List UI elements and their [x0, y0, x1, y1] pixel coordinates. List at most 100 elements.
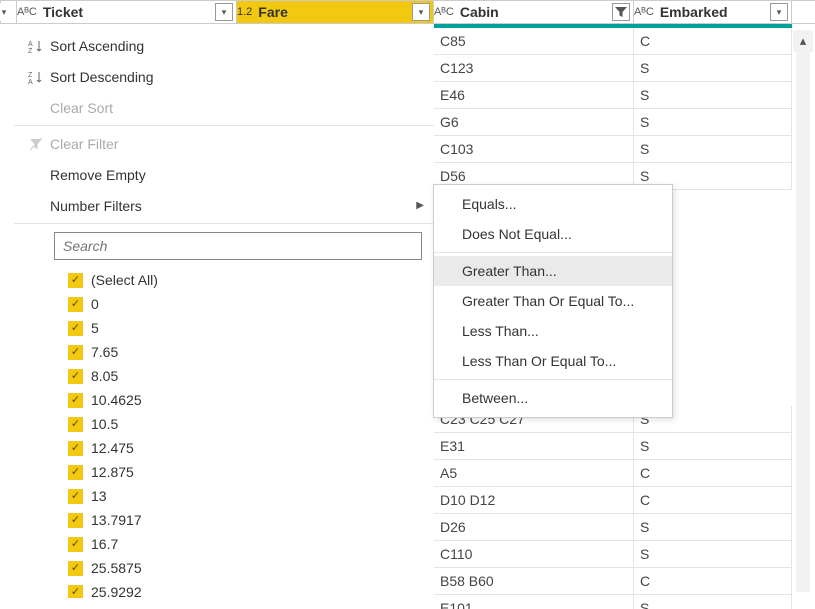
table-row: D26S	[434, 514, 792, 541]
chevron-down-icon[interactable]: ▾	[0, 3, 13, 21]
filter-value-row[interactable]: ✓16.7	[68, 532, 422, 556]
checkbox-checked-icon[interactable]: ✓	[68, 273, 83, 288]
checkbox-checked-icon[interactable]: ✓	[68, 489, 83, 504]
checkbox-checked-icon[interactable]: ✓	[68, 345, 83, 360]
cell-embarked[interactable]: S	[634, 595, 792, 609]
cell-embarked[interactable]: S	[634, 109, 792, 135]
cell-embarked[interactable]: C	[634, 460, 792, 486]
checkbox-checked-icon[interactable]: ✓	[68, 537, 83, 552]
cell-embarked[interactable]: S	[634, 136, 792, 162]
checkbox-checked-icon[interactable]: ✓	[68, 321, 83, 336]
column-name: Fare	[258, 4, 409, 20]
filter-value-row[interactable]: ✓25.9292	[68, 580, 422, 598]
cell-cabin[interactable]: C110	[434, 541, 634, 567]
filter-value-row[interactable]: ✓7.65	[68, 340, 422, 364]
cell-cabin[interactable]: C123	[434, 55, 634, 81]
filter-value-row[interactable]: ✓ 8.05	[68, 364, 422, 388]
filter-value-row[interactable]: ✓10.5	[68, 412, 422, 436]
scroll-track[interactable]	[796, 52, 810, 592]
cell-embarked[interactable]: S	[634, 514, 792, 540]
chevron-down-icon[interactable]: ▾	[215, 3, 233, 21]
filter-value-row[interactable]: ✓0	[68, 292, 422, 316]
table-row: E31S	[434, 433, 792, 460]
cell-cabin[interactable]: E46	[434, 82, 634, 108]
menu-label: Remove Empty	[50, 167, 146, 183]
checkbox-checked-icon[interactable]: ✓	[68, 417, 83, 432]
filter-less-than-item[interactable]: Less Than...	[434, 316, 672, 346]
cell-cabin[interactable]: E101	[434, 595, 634, 609]
filter-not-equal-item[interactable]: Does Not Equal...	[434, 219, 672, 249]
cell-cabin[interactable]: A5	[434, 460, 634, 486]
column-header-embarked[interactable]: AᴮC Embarked ▾	[634, 1, 792, 23]
cell-embarked[interactable]: S	[634, 433, 792, 459]
filter-less-eq-item[interactable]: Less Than Or Equal To...	[434, 346, 672, 376]
filter-value-row[interactable]: ✓ (Select All)	[68, 268, 422, 292]
menu-label: Sort Ascending	[50, 38, 144, 54]
filter-value-row[interactable]: ✓ 25.5875	[68, 556, 422, 580]
checkbox-checked-icon[interactable]: ✓	[68, 393, 83, 408]
filter-value-label: 8.05	[91, 368, 118, 384]
checkbox-checked-icon[interactable]: ✓	[68, 369, 83, 384]
checkbox-checked-icon[interactable]: ✓	[68, 441, 83, 456]
checkbox-checked-icon[interactable]: ✓	[68, 297, 83, 312]
checkbox-checked-icon[interactable]: ✓	[68, 513, 83, 528]
filter-between-item[interactable]: Between...	[434, 383, 672, 413]
filter-value-row[interactable]: ✓ 12.875	[68, 460, 422, 484]
column-name: Embarked	[660, 4, 767, 20]
cell-embarked[interactable]: S	[634, 55, 792, 81]
sort-descending-icon: ZA	[22, 69, 50, 85]
filter-greater-than-item[interactable]: Greater Than...	[434, 256, 672, 286]
column-filter-dropdown: AZ Sort Ascending ZA Sort Descending Cle…	[14, 30, 434, 598]
number-filters-item[interactable]: Number Filters ▶	[14, 190, 434, 221]
svg-text:Z: Z	[28, 48, 33, 54]
sort-ascending-item[interactable]: AZ Sort Ascending	[14, 30, 434, 61]
table-row: E101S	[434, 595, 792, 609]
column-header-fare[interactable]: 1.2 Fare ▾	[237, 1, 434, 23]
checkbox-checked-icon[interactable]: ✓	[68, 561, 83, 576]
search-input[interactable]	[54, 232, 422, 260]
cell-embarked[interactable]: S	[634, 82, 792, 108]
cell-cabin[interactable]: G6	[434, 109, 634, 135]
table-row: C110S	[434, 541, 792, 568]
cell-cabin[interactable]: D10 D12	[434, 487, 634, 513]
checkbox-checked-icon[interactable]: ✓	[68, 465, 83, 480]
svg-text:A: A	[28, 41, 33, 48]
cell-cabin[interactable]: D26	[434, 514, 634, 540]
cell-embarked[interactable]: C	[634, 28, 792, 54]
table-row: C123S	[434, 55, 792, 82]
cell-embarked[interactable]: C	[634, 568, 792, 594]
sort-descending-item[interactable]: ZA Sort Descending	[14, 61, 434, 92]
page-scrollbar[interactable]: ▴	[793, 30, 813, 592]
cell-cabin[interactable]: E31	[434, 433, 634, 459]
filter-value-row[interactable]: ✓13.7917	[68, 508, 422, 532]
cell-embarked[interactable]: S	[634, 541, 792, 567]
chevron-down-icon[interactable]: ▾	[412, 3, 430, 21]
cell-embarked[interactable]: C	[634, 487, 792, 513]
checkbox-checked-icon[interactable]: ✓	[68, 585, 83, 599]
menu-label: Less Than Or Equal To...	[462, 353, 616, 369]
cell-cabin[interactable]: C85	[434, 28, 634, 54]
menu-label: Greater Than...	[462, 263, 557, 279]
filter-active-icon[interactable]	[612, 3, 630, 21]
filter-search	[54, 232, 422, 260]
column-header-cabin[interactable]: AᴮC Cabin	[434, 1, 634, 23]
type-text-icon: AᴮC	[17, 6, 37, 18]
filter-equals-item[interactable]: Equals...	[434, 189, 672, 219]
chevron-right-icon: ▶	[416, 200, 424, 211]
cell-cabin[interactable]: C103	[434, 136, 634, 162]
remove-empty-item[interactable]: Remove Empty	[14, 159, 434, 190]
filter-value-row[interactable]: ✓10.4625	[68, 388, 422, 412]
filter-value-label: (Select All)	[91, 272, 158, 288]
chevron-down-icon[interactable]: ▾	[770, 3, 788, 21]
column-header-ticket[interactable]: AᴮC Ticket ▾	[17, 1, 237, 23]
filter-greater-eq-item[interactable]: Greater Than Or Equal To...	[434, 286, 672, 316]
menu-label: Less Than...	[462, 323, 539, 339]
cell-cabin[interactable]: B58 B60	[434, 568, 634, 594]
filter-value-label: 12.875	[91, 464, 134, 480]
filter-value-row[interactable]: ✓13	[68, 484, 422, 508]
scroll-up-icon[interactable]: ▴	[793, 30, 813, 52]
filter-value-row[interactable]: ✓12.475	[68, 436, 422, 460]
column-header-row: ▾ AᴮC Ticket ▾ 1.2 Fare ▾ AᴮC Cabin AᴮC …	[0, 0, 815, 24]
filter-value-row[interactable]: ✓5	[68, 316, 422, 340]
filter-value-label: 25.5875	[91, 560, 142, 576]
